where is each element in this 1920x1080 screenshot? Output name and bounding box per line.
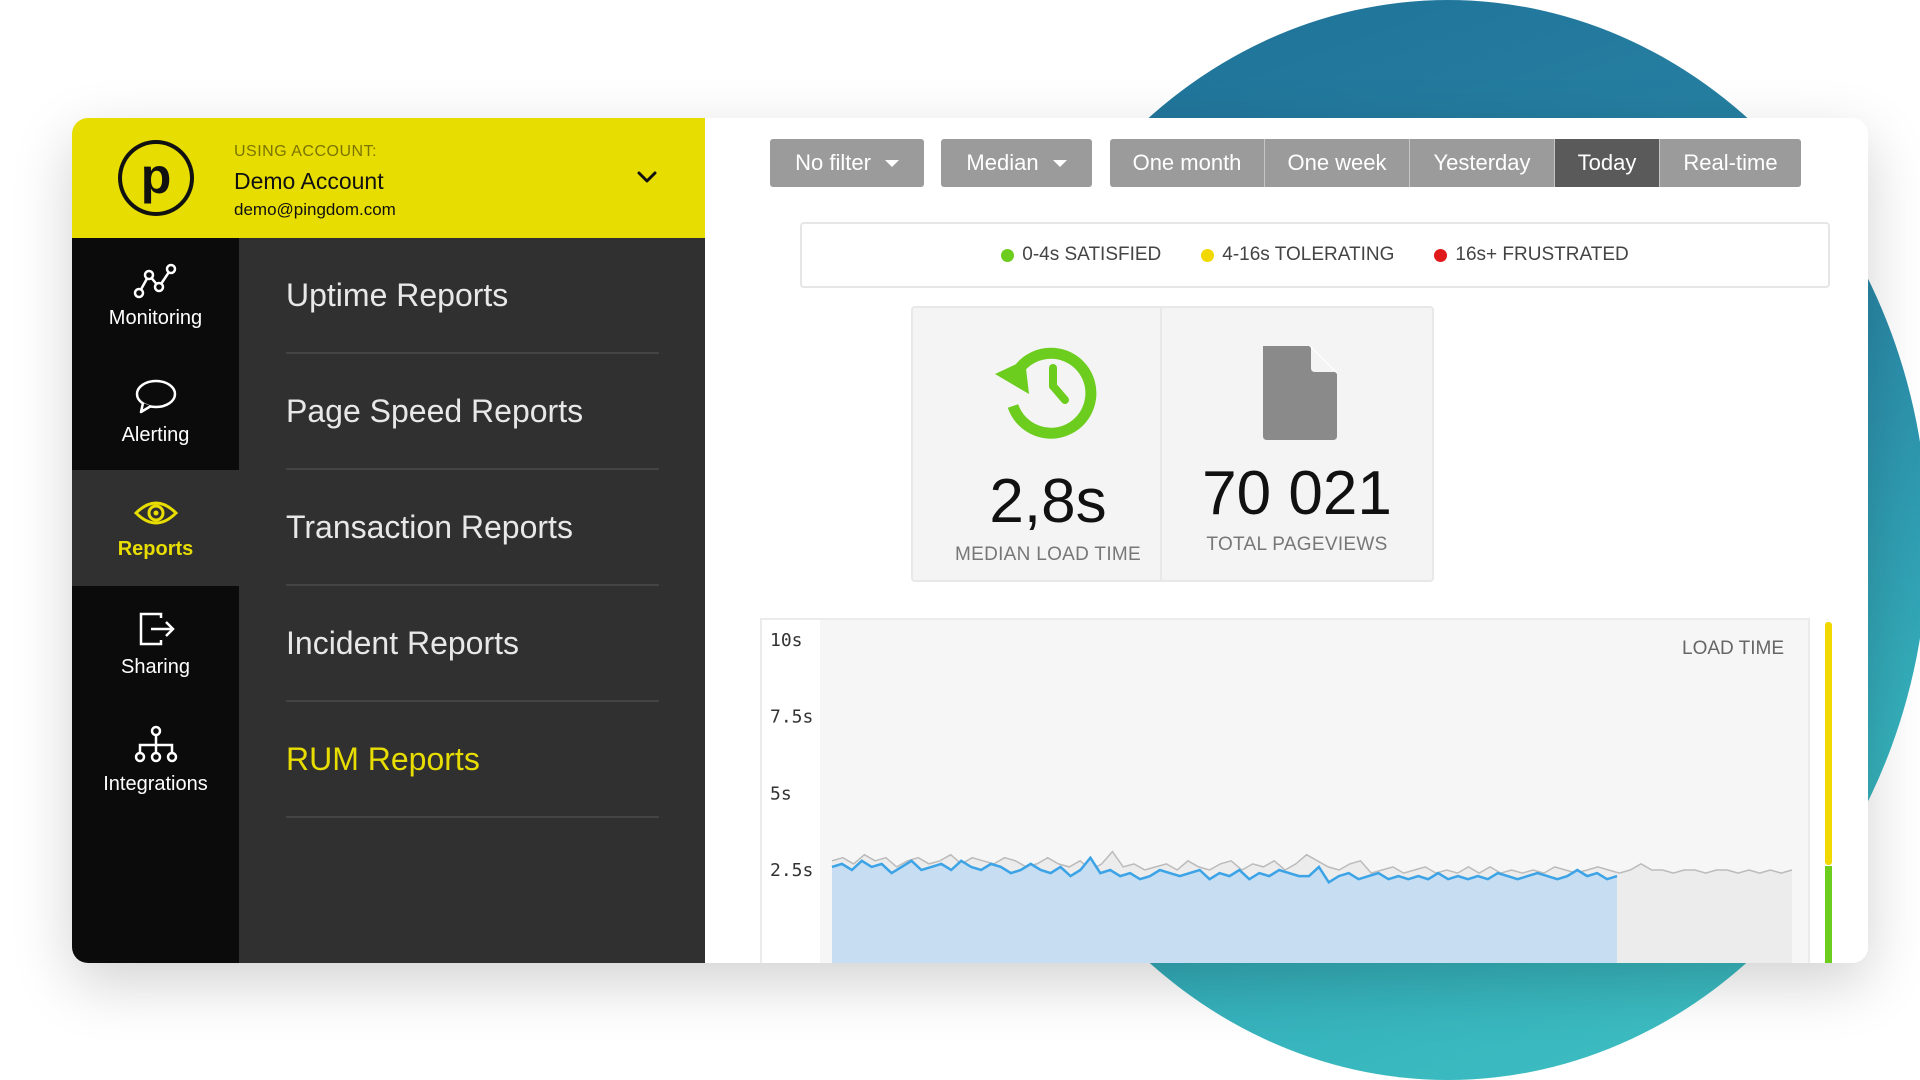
median-load-time-value: 2,8s <box>989 467 1107 536</box>
chart-plot: 10s 7.5s 5s 2.5s <box>762 620 1793 963</box>
legend-dot-green <box>1001 248 1015 262</box>
eye-icon <box>133 501 178 524</box>
hierarchy-icon <box>134 725 177 762</box>
logo-letter: p <box>140 148 172 204</box>
legend-frustrated: 16s+ FRUSTRATED <box>1434 244 1629 266</box>
caret-down-icon <box>884 159 899 167</box>
nav-label-integrations: Integrations <box>103 772 208 795</box>
monitoring-icon <box>133 263 176 298</box>
nav-label-sharing: Sharing <box>121 655 190 678</box>
account-name: Demo Account <box>234 168 384 194</box>
main-panel: No filter Median One month One week Yest… <box>705 118 1868 963</box>
median-load-time-label: MEDIAN LOAD TIME <box>954 544 1142 565</box>
aggregate-dropdown[interactable]: Median <box>941 139 1092 187</box>
legend-satisfied: 0-4s SATISFIED <box>1001 244 1161 266</box>
nav-item-integrations[interactable]: Integrations <box>72 702 239 818</box>
legend-tolerating: 4-16s TOLERATING <box>1201 244 1394 266</box>
nav-label-alerting: Alerting <box>121 423 190 446</box>
nav-item-sharing[interactable]: Sharing <box>72 586 239 702</box>
legend-label-tolerating: 4-16s TOLERATING <box>1222 244 1395 265</box>
range-one-month[interactable]: One month <box>1110 139 1265 187</box>
range-one-week[interactable]: One week <box>1265 139 1410 187</box>
load-time-chart: LOAD TIME 10s 7.5s 5s 2.5s <box>760 618 1810 963</box>
range-today[interactable]: Today <box>1555 139 1660 187</box>
share-icon <box>139 612 175 645</box>
submenu-transaction-reports[interactable]: Transaction Reports <box>286 470 659 586</box>
aggregate-dropdown-label: Median <box>966 150 1039 175</box>
submenu-rum-reports[interactable]: RUM Reports <box>286 702 659 818</box>
y-tick-label: 5s <box>770 783 792 804</box>
chevron-down-icon[interactable] <box>632 162 662 192</box>
y-tick-label: 10s <box>770 630 803 651</box>
caret-down-icon <box>1052 159 1067 167</box>
apdex-legend: 0-4s SATISFIED 4-16s TOLERATING 16s+ FRU… <box>800 222 1830 288</box>
legend-dot-red <box>1434 248 1448 262</box>
legend-label-frustrated: 16s+ FRUSTRATED <box>1455 244 1629 265</box>
range-yesterday[interactable]: Yesterday <box>1410 139 1555 187</box>
pingdom-logo: p <box>118 140 194 216</box>
legend-label-satisfied: 0-4s SATISFIED <box>1022 244 1162 265</box>
account-email: demo@pingdom.com <box>234 200 396 219</box>
clock-history-icon <box>995 347 1097 439</box>
median-load-time-card: 2,8s MEDIAN LOAD TIME <box>911 306 1185 582</box>
nav-label-reports: Reports <box>117 537 194 560</box>
satisfied-indicator-bar <box>1825 866 1832 963</box>
total-pageviews-card: 70 021 TOTAL PAGEVIEWS <box>1160 306 1434 582</box>
account-switcher[interactable]: p USING ACCOUNT: Demo Account demo@pingd… <box>72 118 705 238</box>
legend-dot-yellow <box>1201 248 1215 262</box>
nav-item-monitoring[interactable]: Monitoring <box>72 238 239 354</box>
submenu-page-speed-reports[interactable]: Page Speed Reports <box>286 354 659 470</box>
reports-submenu: Uptime Reports Page Speed Reports Transa… <box>239 238 705 963</box>
filter-dropdown-label: No filter <box>795 150 871 175</box>
y-tick-label: 2.5s <box>770 860 813 881</box>
account-label: USING ACCOUNT: <box>234 143 378 160</box>
filter-dropdown[interactable]: No filter <box>770 139 924 187</box>
main-nav: Monitoring Alerting Reports Sharing Inte… <box>72 238 239 963</box>
y-tick-label: 7.5s <box>770 707 813 728</box>
range-real-time[interactable]: Real-time <box>1660 139 1801 187</box>
app-window: p USING ACCOUNT: Demo Account demo@pingd… <box>72 118 1868 963</box>
nav-item-reports[interactable]: Reports <box>72 470 239 586</box>
tolerating-indicator-bar <box>1825 622 1832 865</box>
nav-label-monitoring: Monitoring <box>108 306 203 329</box>
submenu-uptime-reports[interactable]: Uptime Reports <box>286 238 659 354</box>
submenu-incident-reports[interactable]: Incident Reports <box>286 586 659 702</box>
document-icon <box>1263 346 1337 440</box>
nav-item-alerting[interactable]: Alerting <box>72 354 239 470</box>
total-pageviews-label: TOTAL PAGEVIEWS <box>1206 534 1388 555</box>
speech-bubble-icon <box>135 379 176 413</box>
total-pageviews-value: 70 021 <box>1202 459 1392 528</box>
